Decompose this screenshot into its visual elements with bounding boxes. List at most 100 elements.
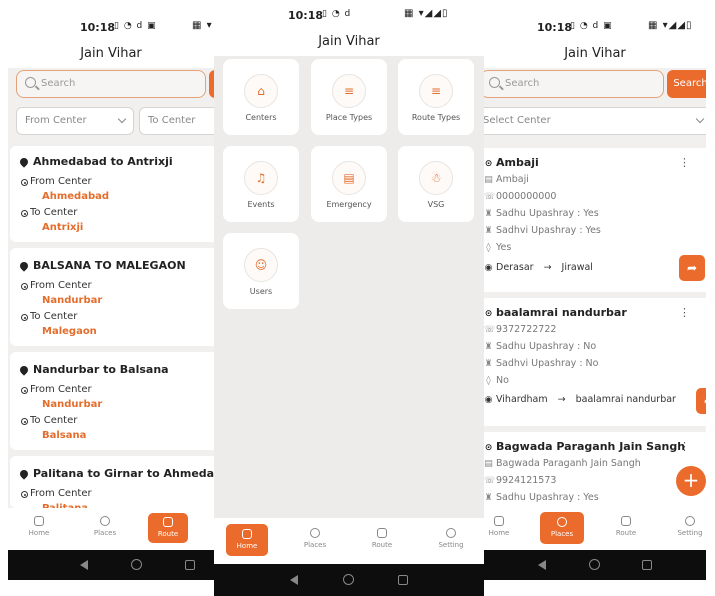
more-options-icon[interactable]: ⋮: [679, 440, 690, 453]
from-center-select[interactable]: From Center: [16, 107, 134, 135]
route-card[interactable]: BALSANA TO MALEGAON From Center Nandurba…: [10, 248, 214, 346]
from-center-label: From Center: [30, 384, 92, 395]
search-placeholder: Search: [41, 78, 76, 89]
back-icon[interactable]: [290, 575, 298, 585]
from-center-value: Nandurbar: [42, 295, 103, 306]
tile-route-types[interactable]: ≡ Route Types: [398, 59, 474, 135]
center-name: ⊙ baalamrai nandurbar: [484, 306, 627, 319]
home-circle-icon[interactable]: [131, 559, 142, 570]
search-input[interactable]: Search: [16, 70, 206, 98]
tile-events[interactable]: ♫ Events: [223, 146, 299, 222]
recents-icon[interactable]: [642, 560, 652, 570]
status-bar: 10:18 ▯ ◔ d ▣ ▦ ▾: [8, 14, 214, 40]
list-icon: ≡: [332, 74, 366, 108]
search-input[interactable]: Search: [484, 70, 664, 98]
radio-icon: [21, 283, 28, 290]
to-center-select[interactable]: To Center: [139, 107, 214, 135]
search-icon: [25, 77, 36, 88]
app-title: Jain Vihar: [8, 40, 214, 68]
status-notification-icons: ▯ ◔ d ▣: [114, 21, 157, 31]
back-icon[interactable]: [538, 560, 546, 570]
nav-home[interactable]: Home: [226, 524, 268, 556]
route-title: Palitana to Girnar to Ahmedabad: [20, 467, 214, 480]
route-card[interactable]: Ahmedabad to Antrixji From Center Ahmeda…: [10, 146, 214, 242]
center-card[interactable]: ⊙ baalamrai nandurbar ⋮ ☏9372722722 ♜ Sadh…: [484, 298, 706, 426]
temple-icon: ♜: [484, 493, 493, 503]
chevron-down-icon: [695, 114, 705, 124]
tile-centers[interactable]: ⌂ Centers: [223, 59, 299, 135]
phone-icon: ☏: [484, 476, 496, 486]
nav-places[interactable]: Places: [88, 516, 122, 537]
route-card[interactable]: Nandurbar to Balsana From Center Nandurb…: [10, 352, 214, 450]
status-signal-icons: ▦ ▾◢◢▯: [404, 8, 449, 19]
bottom-nav: Home Places Route Setting: [214, 518, 484, 564]
nav-places[interactable]: Places: [298, 528, 332, 549]
add-place-button[interactable]: +: [676, 466, 706, 496]
tile-place-types[interactable]: ≡ Place Types: [311, 59, 387, 135]
tile-label: Centers: [245, 113, 277, 122]
nav-setting[interactable]: Setting: [673, 516, 706, 537]
android-nav-bar: [484, 550, 706, 580]
center-phone: ☏9924121573: [484, 475, 557, 486]
home-icon: [34, 516, 44, 526]
home-circle-icon[interactable]: [589, 559, 600, 570]
nav-setting[interactable]: Setting: [434, 528, 468, 549]
location-pin-icon: [18, 156, 30, 168]
search-button[interactable]: Search: [667, 70, 706, 98]
recents-icon[interactable]: [398, 575, 408, 585]
back-icon[interactable]: [80, 560, 88, 570]
nav-route[interactable]: Route: [610, 516, 642, 537]
directions-icon: ➦: [704, 394, 706, 408]
location-icon: [557, 517, 567, 527]
location-icon: [310, 528, 320, 538]
directions-button[interactable]: ➦: [696, 388, 706, 414]
tile-label: Route Types: [411, 113, 461, 122]
app-title: Jain Vihar: [214, 30, 484, 56]
location-pin-icon: [18, 260, 30, 272]
center-card[interactable]: ⊙ Bagwada Paraganh Jain Sangh ⋮ ▤ Bagwada …: [484, 432, 706, 508]
tile-emergency[interactable]: ▤ Emergency: [311, 146, 387, 222]
center-card[interactable]: ⊙ Ambaji ⋮ ▤ Ambaji ☏0000000000 ♜ Sadhu Upa…: [484, 148, 706, 292]
search-icon: [489, 77, 500, 88]
radio-icon: [21, 210, 28, 217]
center-subtitle: ▤ Bagwada Paraganh Jain Sangh: [484, 458, 641, 469]
to-center-value: Malegaon: [42, 326, 97, 337]
home-circle-icon[interactable]: [343, 574, 354, 585]
route-card[interactable]: Palitana to Girnar to Ahmedabad From Cen…: [10, 456, 214, 508]
radio-icon: ◉: [484, 395, 493, 405]
to-center-label: To Center: [30, 311, 78, 322]
water-drop-icon: ◊: [486, 376, 491, 386]
nav-route[interactable]: Route: [148, 513, 188, 543]
status-bar: 10:18 ▯ ◔ d ▦ ▾◢◢▯: [214, 0, 484, 30]
list-icon: ≡: [419, 74, 453, 108]
phone-icon: ☏: [484, 192, 496, 202]
status-notification-icons: ▯ ◔ d: [322, 9, 352, 19]
radio-icon: [21, 491, 28, 498]
nav-route[interactable]: Route: [366, 528, 398, 549]
tile-users[interactable]: ☺ Users: [223, 233, 299, 309]
nav-home[interactable]: Home: [24, 516, 54, 537]
tile-vsg[interactable]: ☃ VSG: [398, 146, 474, 222]
home-icon: [242, 529, 252, 539]
select-center-dropdown[interactable]: Select Center: [484, 107, 706, 135]
tile-label: Events: [247, 200, 275, 209]
water-availability: ◊ Yes: [484, 242, 511, 253]
plus-icon: +: [682, 468, 700, 492]
status-notification-icons: ▯ ◔ d ▣: [570, 21, 613, 31]
radio-icon: [21, 387, 28, 394]
status-time: 10:18: [288, 9, 324, 22]
temple-icon: ♜: [484, 209, 493, 219]
center-subtitle: ▤ Ambaji: [484, 174, 529, 185]
home-icon: [494, 516, 504, 526]
from-center-label: From Center: [30, 176, 92, 187]
select-center-placeholder: Select Center: [484, 115, 551, 126]
nav-places[interactable]: Places: [540, 512, 584, 544]
recents-icon[interactable]: [185, 560, 195, 570]
center-name: ⊙ Ambaji: [484, 156, 539, 169]
route-title: BALSANA TO MALEGAON: [18, 259, 186, 272]
directions-button[interactable]: ➦: [679, 255, 705, 281]
nav-home[interactable]: Home: [484, 516, 514, 537]
more-options-icon[interactable]: ⋮: [679, 306, 690, 319]
more-options-icon[interactable]: ⋮: [679, 156, 690, 169]
building-icon: ▤: [484, 175, 493, 185]
